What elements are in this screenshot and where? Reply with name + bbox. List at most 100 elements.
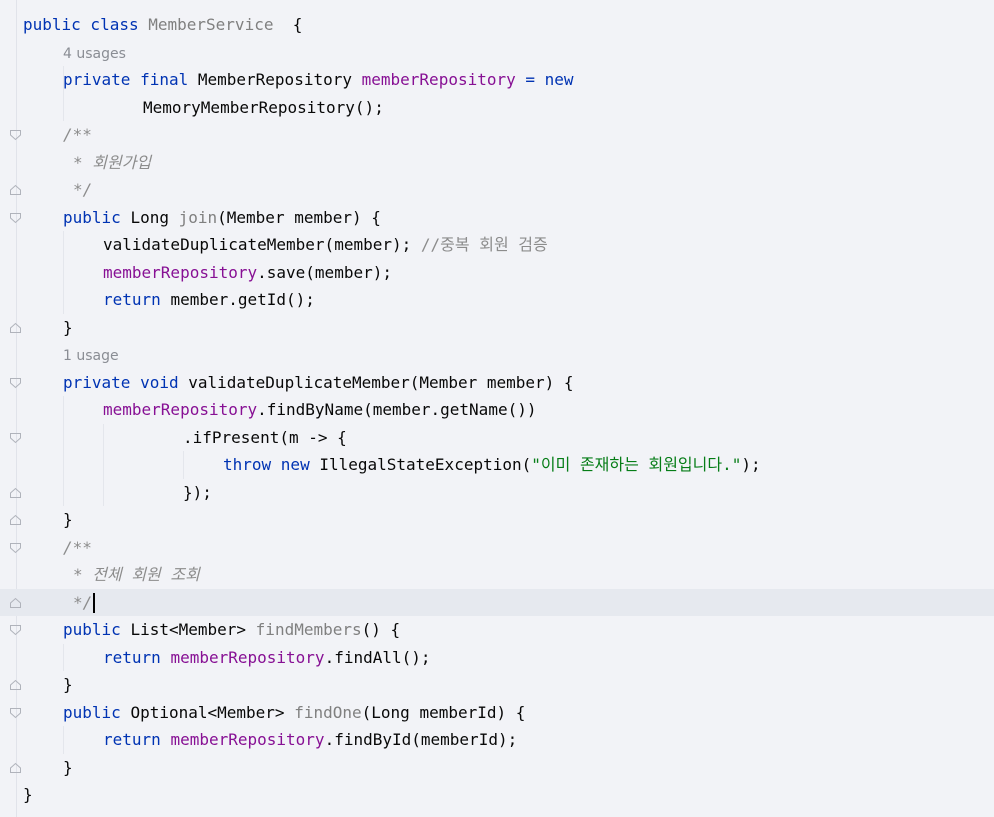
indent-guide — [63, 643, 64, 671]
code-line[interactable]: validateDuplicateMember(member); //중복 회원… — [0, 231, 994, 259]
code-line[interactable]: */ — [0, 176, 994, 204]
fold-end-icon[interactable] — [9, 487, 22, 499]
code-token: .findByName(member.getName()) — [257, 400, 537, 419]
line-content: } — [63, 671, 73, 699]
code-token: .findById(memberId); — [324, 730, 518, 749]
code-line[interactable]: */ — [0, 588, 994, 616]
fold-end-icon[interactable] — [9, 514, 22, 526]
usage-hint-line[interactable]: 1 usage — [0, 341, 994, 369]
line-content: * 전체 회원 조회 — [73, 561, 200, 589]
code-token: private void — [63, 372, 189, 392]
line-content: */ — [73, 176, 92, 204]
code-line[interactable]: } — [0, 506, 994, 534]
code-token: IllegalStateException( — [319, 455, 532, 474]
code-token: "이미 존재하는 회원입니다." — [531, 455, 742, 474]
code-token: private final — [63, 70, 198, 89]
code-editor[interactable]: public class MemberService { 4 usages priv… — [0, 0, 994, 817]
indent-guide — [63, 726, 64, 754]
code-token: .save(member); — [257, 262, 392, 282]
code-line[interactable]: public List<Member> findMembers() { — [0, 616, 994, 644]
line-content: memberRepository.save(member); — [103, 259, 392, 287]
fold-start-icon[interactable] — [9, 212, 22, 224]
indent-guide — [63, 396, 64, 506]
line-content: 4 usages — [63, 39, 126, 69]
usage-hint-line[interactable]: 4 usages — [0, 39, 994, 67]
line-content: return memberRepository.findAll(); — [103, 644, 431, 672]
code-token: //중복 회원 검증 — [420, 235, 548, 254]
code-token: ); — [741, 455, 761, 474]
code-token: memberRepository — [170, 730, 325, 749]
code-token: member.getId(); — [170, 290, 315, 309]
fold-start-icon[interactable] — [9, 542, 22, 554]
fold-end-icon[interactable] — [9, 322, 22, 334]
usages-inlay-hint[interactable]: 1 usage — [63, 348, 119, 364]
code-line[interactable]: public class MemberService { — [0, 11, 994, 39]
code-line[interactable]: memberRepository.save(member); — [0, 259, 994, 287]
code-line[interactable]: memberRepository.findByName(member.getNa… — [0, 396, 994, 424]
code-token: memberRepository — [103, 400, 258, 419]
code-line[interactable]: return member.getId(); — [0, 286, 994, 314]
line-content: .ifPresent(m -> { — [183, 424, 347, 452]
fold-end-icon[interactable] — [9, 597, 22, 609]
code-token: */ — [73, 180, 93, 199]
code-token: memberRepository — [103, 262, 258, 282]
fold-end-icon[interactable] — [9, 679, 22, 691]
code-line[interactable]: * 회원가입 — [0, 149, 994, 177]
code-token: memberRepository — [361, 70, 516, 89]
code-token: (Member member) { — [217, 207, 381, 227]
line-content: public Optional<Member> findOne(Long mem… — [63, 699, 525, 727]
line-content: validateDuplicateMember(member); //중복 회원… — [103, 231, 548, 259]
code-token: /** — [63, 125, 92, 144]
indent-guide — [63, 231, 64, 314]
line-content: public class MemberService { — [23, 11, 302, 39]
fold-start-icon[interactable] — [9, 624, 22, 636]
code-line[interactable]: private void validateDuplicateMember(Mem… — [0, 369, 994, 397]
code-token: MemberRepository — [197, 70, 362, 89]
usages-inlay-hint[interactable]: 4 usages — [63, 46, 126, 62]
code-token: Long — [130, 207, 179, 227]
line-content: } — [23, 781, 33, 809]
code-token: }); — [183, 482, 212, 502]
code-line[interactable]: } — [0, 781, 994, 809]
code-token: MemberService — [148, 15, 274, 34]
code-token: } — [63, 675, 73, 694]
code-token: validateDuplicateMember(Member member) { — [188, 372, 574, 392]
code-token: * 회원가입 — [73, 152, 152, 172]
code-line[interactable]: } — [0, 671, 994, 699]
fold-start-icon[interactable] — [9, 129, 22, 141]
code-token: List<Member> — [130, 620, 256, 639]
code-token: validateDuplicateMember(member); — [103, 235, 421, 254]
fold-end-icon[interactable] — [9, 184, 22, 196]
code-line[interactable]: return memberRepository.findById(memberI… — [0, 726, 994, 754]
line-content: /** — [63, 121, 92, 149]
code-token: } — [63, 510, 73, 529]
code-line[interactable]: /** — [0, 121, 994, 149]
code-token: public class — [23, 15, 149, 34]
fold-start-icon[interactable] — [9, 432, 22, 444]
fold-start-icon[interactable] — [9, 707, 22, 719]
code-line[interactable]: private final MemberRepository memberRep… — [0, 66, 994, 94]
code-line[interactable]: } — [0, 754, 994, 782]
code-line[interactable]: public Optional<Member> findOne(Long mem… — [0, 699, 994, 727]
code-line[interactable]: return memberRepository.findAll(); — [0, 644, 994, 672]
code-token: MemoryMemberRepository(); — [143, 97, 384, 117]
code-line[interactable]: }); — [0, 479, 994, 507]
code-token: } — [63, 317, 73, 337]
code-token: } — [63, 757, 73, 777]
code-line[interactable]: /** — [0, 534, 994, 562]
code-token: (Long memberId) { — [361, 702, 526, 722]
code-line[interactable]: public Long join(Member member) { — [0, 204, 994, 232]
code-line[interactable]: * 전체 회원 조회 — [0, 561, 994, 589]
code-line[interactable]: } — [0, 314, 994, 342]
code-token: public — [63, 702, 131, 722]
code-line[interactable]: .ifPresent(m -> { — [0, 424, 994, 452]
code-token: join — [178, 207, 218, 227]
code-token: .ifPresent(m -> { — [183, 427, 347, 447]
fold-start-icon[interactable] — [9, 377, 22, 389]
line-content: } — [63, 314, 73, 342]
fold-end-icon[interactable] — [9, 762, 22, 774]
code-line[interactable]: MemoryMemberRepository(); — [0, 94, 994, 122]
code-line[interactable]: throw new IllegalStateException("이미 존재하는… — [0, 451, 994, 479]
code-token: memberRepository — [170, 647, 325, 667]
code-area[interactable]: public class MemberService { 4 usages priv… — [0, 11, 994, 809]
